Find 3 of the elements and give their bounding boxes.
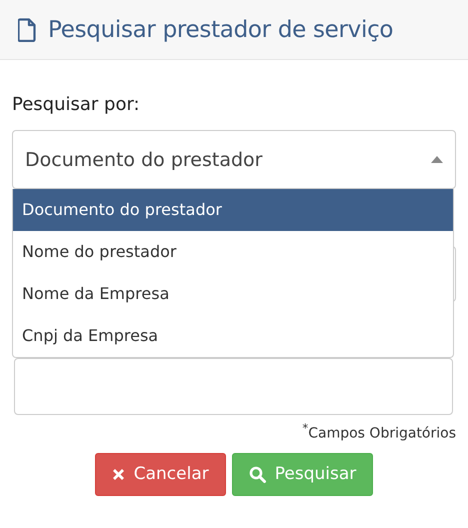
field-label: Pesquisar por: [12,93,141,117]
page-title: Pesquisar prestador de serviço [48,16,394,42]
required-fields-note: $^{*}$Campos Obrigatórios [302,421,456,442]
